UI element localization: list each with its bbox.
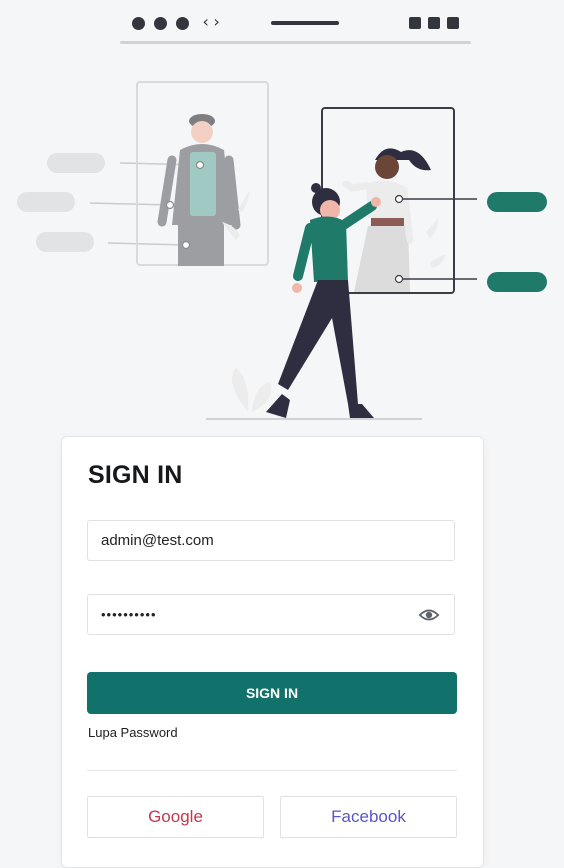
window-dot-2 [154,17,167,30]
green-pill-2 [487,272,547,292]
grey-pill-2 [17,192,75,212]
window-top-bar: ‹› [0,0,564,48]
window-dot-1 [132,17,145,30]
password-input[interactable] [101,595,401,634]
forgot-password-link[interactable]: Lupa Password [88,725,178,740]
green-pill-1 [487,192,547,212]
sign-in-card: SIGN IN SIGN IN Lupa Password Google Fac… [61,436,484,868]
window-square-3 [447,17,459,29]
address-bar-line [271,21,339,25]
window-square-2 [428,17,440,29]
card-divider [87,770,457,771]
sign-in-button[interactable]: SIGN IN [87,672,457,714]
sign-in-title: SIGN IN [88,461,183,489]
eye-icon[interactable] [418,605,440,625]
facebook-login-button[interactable]: Facebook [280,796,457,838]
email-input[interactable] [101,521,401,560]
top-divider [120,41,471,44]
grey-pill-3 [36,232,94,252]
window-square-1 [409,17,421,29]
hero-illustration [17,81,547,420]
email-field[interactable] [87,520,455,561]
code-icon: ‹› [201,12,223,31]
window-dot-3 [176,17,189,30]
password-field[interactable] [87,594,455,635]
google-login-button[interactable]: Google [87,796,264,838]
grey-pill-1 [47,153,105,173]
